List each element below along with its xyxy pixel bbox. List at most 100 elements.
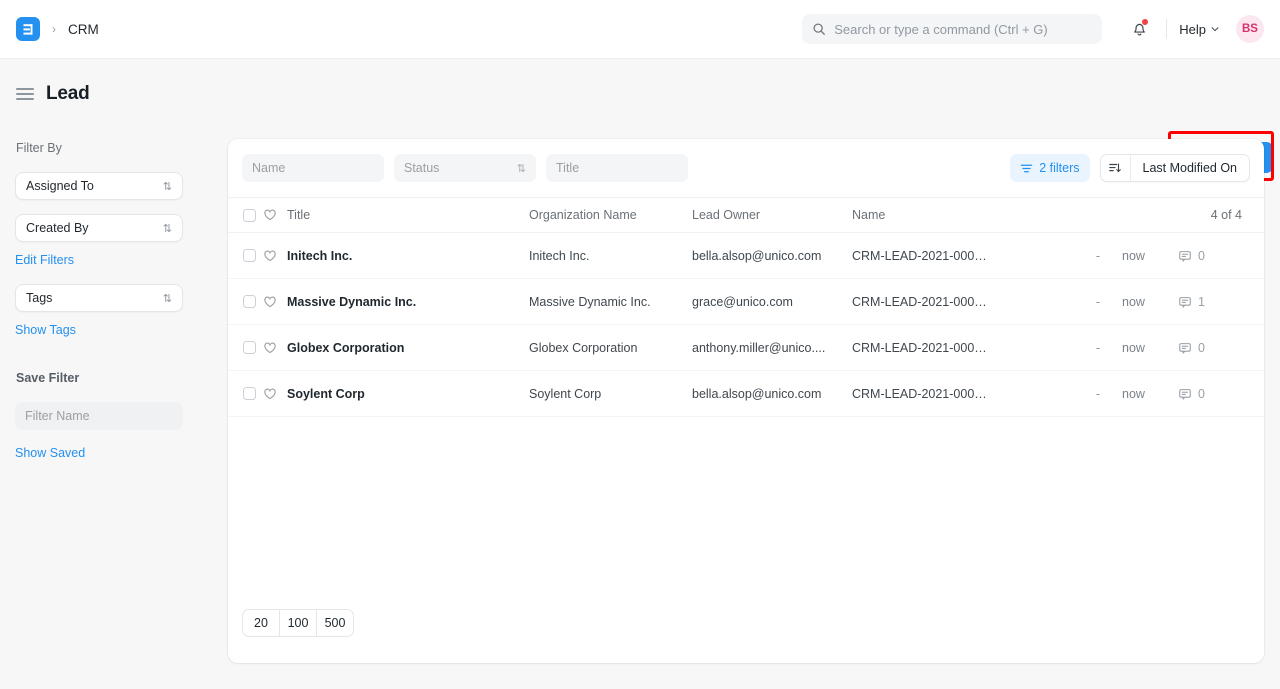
cell-dash: -: [1095, 248, 1100, 263]
help-dropdown[interactable]: Help: [1179, 22, 1220, 37]
page-size-500[interactable]: 500: [316, 609, 354, 637]
tags-select[interactable]: Tags ⇅: [15, 284, 183, 312]
assigned-to-select[interactable]: Assigned To ⇅: [15, 172, 183, 200]
column-header-lead-owner[interactable]: Lead Owner: [692, 208, 852, 222]
sort-control: Last Modified On: [1099, 154, 1250, 182]
cell-organization: Massive Dynamic Inc.: [529, 294, 651, 309]
heart-icon: [264, 342, 276, 353]
table-row[interactable]: Globex Corporation Globex Corporation an…: [228, 325, 1264, 371]
cell-lead-owner: bella.alsop@unico.com: [692, 248, 822, 263]
heart-icon: [264, 209, 276, 221]
filter-title-field[interactable]: Title: [546, 154, 688, 182]
comment-icon: [1179, 342, 1191, 354]
row-checkbox[interactable]: [242, 249, 256, 262]
sort-field-label[interactable]: Last Modified On: [1131, 161, 1250, 175]
page-size-100[interactable]: 100: [279, 609, 317, 637]
cell-name: CRM-LEAD-2021-000…: [852, 248, 987, 263]
cell-name: CRM-LEAD-2021-000…: [852, 386, 987, 401]
cell-lead-owner: bella.alsop@unico.com: [692, 386, 822, 401]
chevron-updown-icon: ⇅: [516, 162, 526, 175]
filter-status-select[interactable]: Status ⇅: [394, 154, 536, 182]
page-size-20[interactable]: 20: [242, 609, 280, 637]
table-row[interactable]: Initech Inc. Initech Inc. bella.alsop@un…: [228, 233, 1264, 279]
heart-icon: [264, 250, 276, 261]
hamburger-menu-icon[interactable]: [16, 88, 34, 100]
page-header: Lead List View ⇅: [0, 59, 1280, 181]
avatar[interactable]: BS: [1236, 15, 1264, 43]
sort-descending-icon[interactable]: [1101, 155, 1131, 181]
cell-title[interactable]: Globex Corporation: [284, 341, 529, 355]
row-checkbox[interactable]: [242, 341, 256, 354]
chevron-updown-icon: ⇅: [162, 292, 172, 305]
page-title: Lead: [46, 83, 90, 104]
cell-comments[interactable]: 1: [1178, 295, 1248, 309]
assigned-to-value: Assigned To: [26, 179, 94, 193]
created-by-value: Created By: [26, 221, 89, 235]
select-all-checkbox[interactable]: [242, 208, 256, 222]
chevron-updown-icon: ⇅: [162, 222, 172, 235]
list-card: Name Status ⇅ Title 2 filters Last Modif…: [228, 139, 1264, 663]
cell-lead-owner: grace@unico.com: [692, 294, 793, 309]
like-cell[interactable]: [256, 387, 284, 401]
comment-count: 0: [1198, 340, 1205, 355]
created-by-select[interactable]: Created By ⇅: [15, 214, 183, 242]
select-all-checkbox-cell: [228, 208, 256, 222]
cell-title[interactable]: Massive Dynamic Inc.: [284, 295, 529, 309]
breadcrumb-item-crm[interactable]: CRM: [68, 22, 99, 37]
cell-modified: now: [1122, 294, 1145, 309]
search-icon: [812, 22, 826, 36]
filter-title-placeholder-text: Title: [556, 161, 580, 175]
heart-icon: [264, 296, 276, 307]
cell-modified: now: [1122, 386, 1145, 401]
cell-organization: Initech Inc.: [529, 248, 590, 263]
comment-icon: [1179, 296, 1191, 308]
column-header-name[interactable]: Name: [852, 208, 1027, 222]
notification-bell-icon[interactable]: [1124, 14, 1154, 44]
filter-by-label: Filter By: [16, 141, 62, 155]
like-cell[interactable]: [256, 295, 284, 309]
cell-name: CRM-LEAD-2021-000…: [852, 340, 987, 355]
heart-icon: [264, 388, 276, 399]
filter-icon: [1020, 162, 1033, 175]
cell-name: CRM-LEAD-2021-000…: [852, 294, 987, 309]
like-cell[interactable]: [256, 341, 284, 355]
show-tags-link[interactable]: Show Tags: [0, 323, 76, 337]
comment-icon: [1179, 250, 1191, 262]
like-cell[interactable]: [256, 249, 284, 263]
table-body: Initech Inc. Initech Inc. bella.alsop@un…: [228, 233, 1264, 417]
filter-name-input[interactable]: Filter Name: [15, 402, 183, 430]
cell-comments[interactable]: 0: [1178, 249, 1248, 263]
table-row[interactable]: Soylent Corp Soylent Corp bella.alsop@un…: [228, 371, 1264, 417]
comment-count: 0: [1198, 386, 1205, 401]
table-row[interactable]: Massive Dynamic Inc. Massive Dynamic Inc…: [228, 279, 1264, 325]
app-root: › CRM Search or type a command (Ctrl + G…: [0, 0, 1280, 689]
cell-dash: -: [1095, 340, 1100, 355]
search-placeholder: Search or type a command (Ctrl + G): [834, 21, 1048, 37]
cell-title[interactable]: Initech Inc.: [284, 249, 529, 263]
filter-name-field[interactable]: Name: [242, 154, 384, 182]
navbar-right: Search or type a command (Ctrl + G) Help: [802, 14, 1280, 44]
edit-filters-link[interactable]: Edit Filters: [0, 253, 74, 267]
row-checkbox[interactable]: [242, 295, 256, 308]
cell-title[interactable]: Soylent Corp: [284, 387, 529, 401]
app-logo-icon[interactable]: [16, 17, 40, 41]
page-size-selector: 20 100 500: [242, 609, 354, 637]
navbar-divider: [1166, 19, 1168, 39]
filters-count-button[interactable]: 2 filters: [1010, 154, 1090, 182]
row-count-label: 4 of 4: [1210, 208, 1242, 222]
comment-icon: [1179, 388, 1191, 400]
column-header-organization[interactable]: Organization Name: [529, 208, 692, 222]
row-checkbox[interactable]: [242, 387, 256, 400]
top-navbar: › CRM Search or type a command (Ctrl + G…: [0, 0, 1280, 59]
like-column-header: [256, 208, 284, 222]
cell-comments[interactable]: 0: [1178, 341, 1248, 355]
search-input[interactable]: Search or type a command (Ctrl + G): [802, 14, 1103, 44]
tags-value: Tags: [26, 291, 53, 305]
cell-lead-owner: anthony.miller@unico....: [692, 340, 826, 355]
comment-count: 0: [1198, 248, 1205, 263]
filter-status-placeholder-text: Status: [404, 161, 440, 175]
show-saved-link[interactable]: Show Saved: [0, 446, 85, 460]
table-header-row: Title Organization Name Lead Owner Name …: [228, 197, 1264, 233]
cell-comments[interactable]: 0: [1178, 387, 1248, 401]
column-header-title[interactable]: Title: [284, 208, 529, 222]
